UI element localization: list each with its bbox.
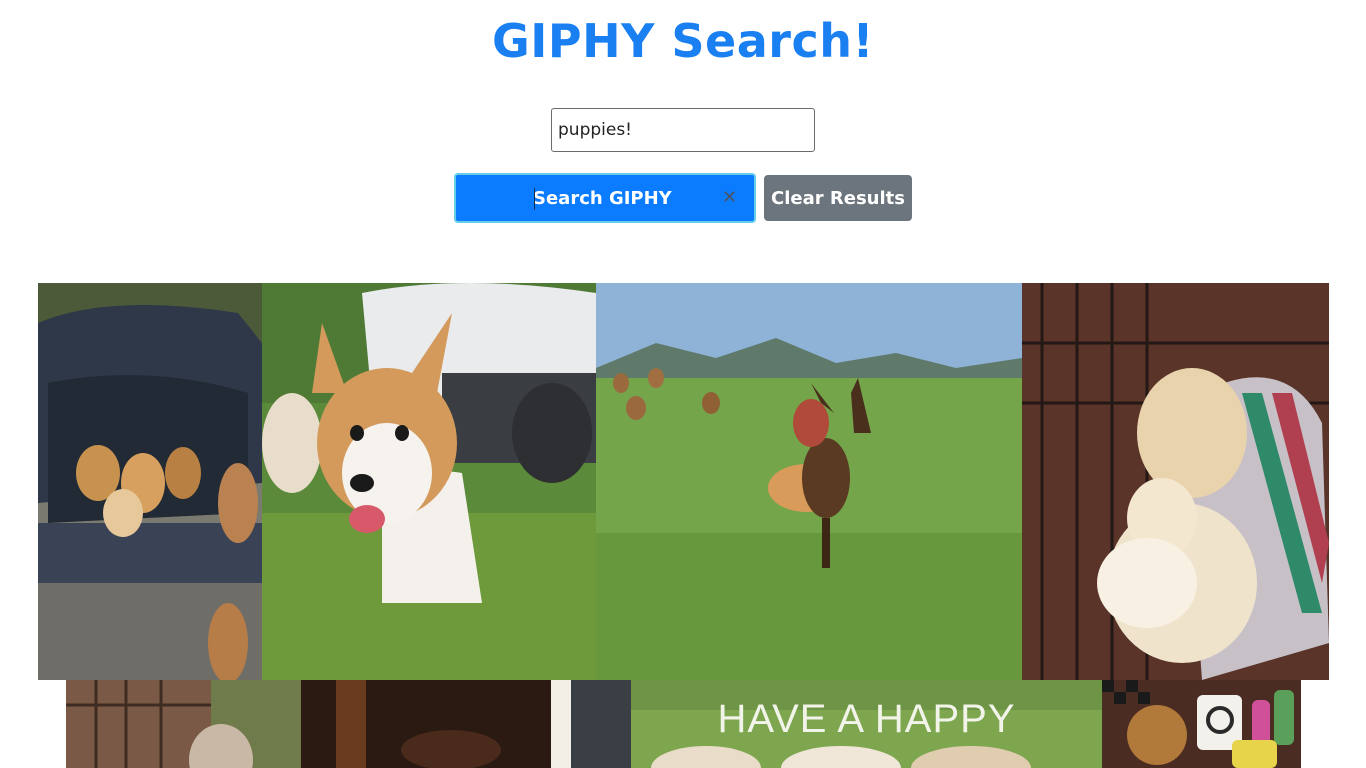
dark-room-puppy-gif (301, 680, 631, 768)
dachshund-in-hotdog-bun-gif (596, 283, 1022, 680)
gif-result-cocker-spaniel[interactable] (1102, 680, 1301, 768)
search-input[interactable] (551, 108, 815, 152)
gif-result-dachshund-hotdog[interactable] (596, 283, 1022, 680)
clear-x-icon[interactable]: ✕ (722, 187, 737, 208)
corgi-puppy-running-gif (262, 283, 596, 680)
cocker-spaniel-with-toys-gif (1102, 680, 1301, 768)
clear-results-button[interactable]: Clear Results (764, 175, 912, 221)
search-giphy-button[interactable]: Search GIPHY ✕ (454, 173, 756, 223)
puppy-at-gate-gif (66, 680, 301, 768)
beagle-puppies-in-car-trunk-gif (38, 283, 262, 680)
golden-puppies-hugging-gif (1022, 283, 1329, 680)
gif-result-puppy-gate[interactable] (66, 680, 301, 768)
text-cursor (534, 188, 535, 210)
gif-caption: HAVE A HAPPY (717, 697, 1016, 741)
gif-result-golden-puppies[interactable] (1022, 283, 1329, 680)
search-giphy-label: Search GIPHY (533, 188, 672, 209)
gif-result-beagle-puppies-car[interactable] (38, 283, 262, 680)
gif-result-have-a-happy[interactable]: HAVE A HAPPY (631, 680, 1102, 768)
gif-result-corgi-running[interactable] (262, 283, 596, 680)
page-title: GIPHY Search! (492, 14, 874, 68)
gif-result-dark-room-puppy[interactable] (301, 680, 631, 768)
